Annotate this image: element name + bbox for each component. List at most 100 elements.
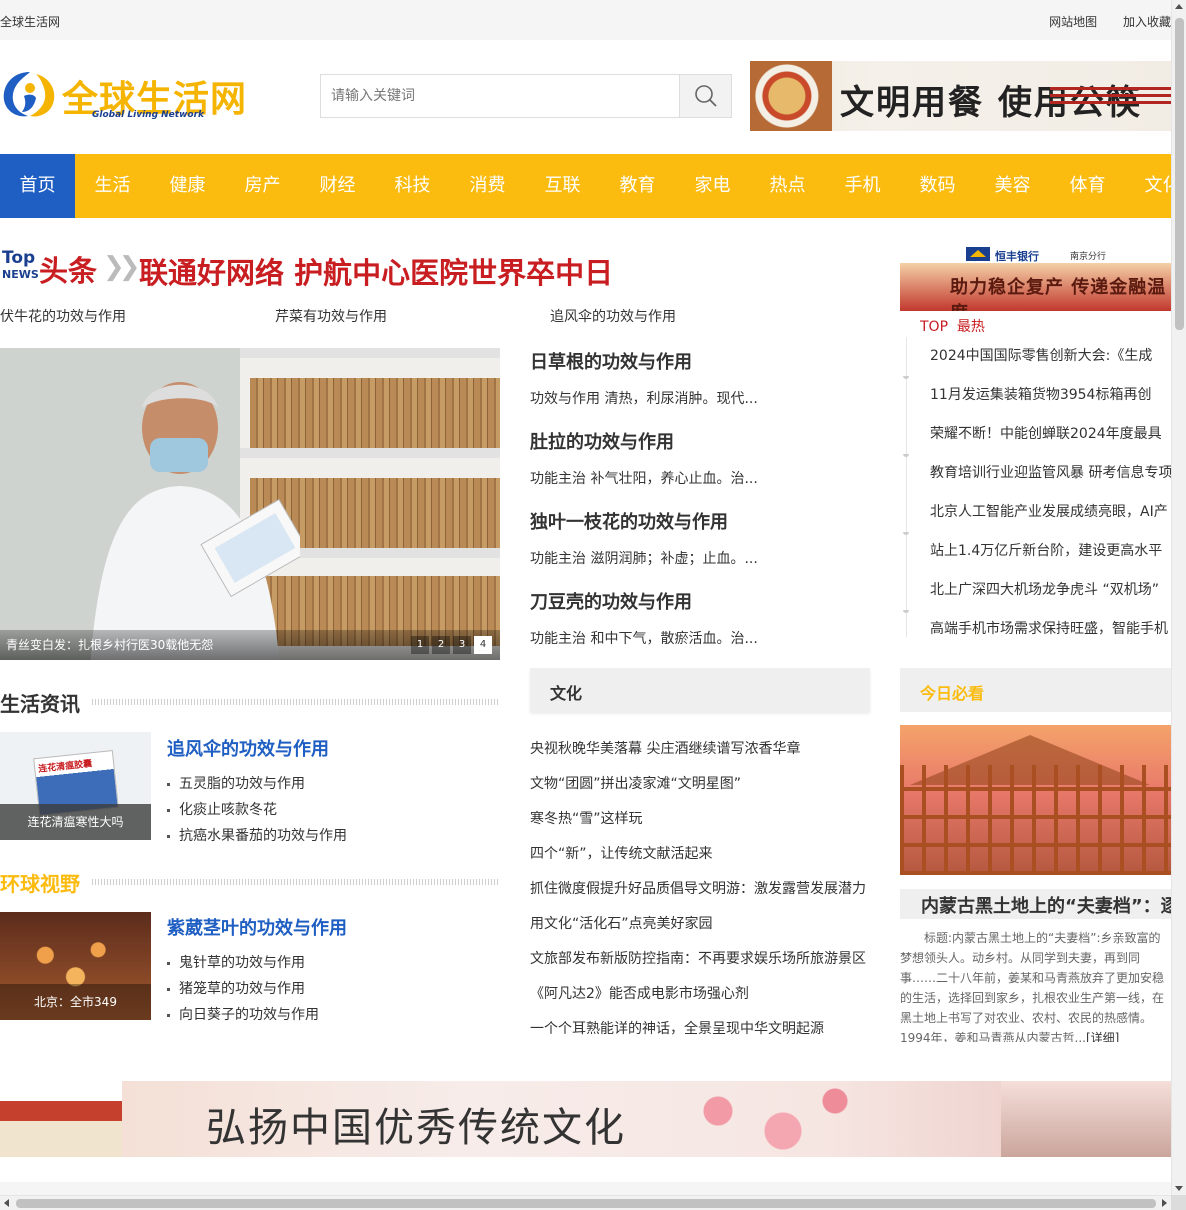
sublink[interactable]: 追风伞的功效与作用 — [550, 306, 676, 326]
culture-item[interactable]: 一个个耳熟能详的神话，全景呈现中华文明起源 — [530, 1012, 875, 1047]
section-title[interactable]: 环球视野 — [0, 868, 90, 897]
hot-item[interactable]: 高端手机市场需求保持旺盛，智能手机 — [900, 610, 1171, 649]
bank-logo-icon — [966, 247, 990, 261]
list-item[interactable]: 五灵脂的功效与作用 — [167, 771, 497, 797]
hot-item[interactable]: 北京人工智能产业发展成绩亮眼，AI产 — [900, 493, 1171, 532]
nav-item[interactable]: 家电 — [675, 154, 750, 218]
sublink[interactable]: 伏牛花的功效与作用 — [0, 306, 126, 326]
feature-desc: 功能主治 和中下气，散瘀活血。治... — [530, 631, 758, 647]
logo-subtext: Global Living Network — [92, 110, 205, 120]
scrollbar-thumb[interactable] — [1175, 18, 1184, 330]
nav-item[interactable]: 教育 — [600, 154, 675, 218]
page: 全球生活网 网站地图 加入收藏 全球生活网 Global Living Netw… — [0, 0, 1171, 1195]
slider-page-button[interactable]: 3 — [453, 636, 471, 654]
global-thumbnail[interactable]: 北京：全市349 — [0, 912, 151, 1020]
scroll-left-icon[interactable] — [4, 1199, 9, 1207]
hot-item[interactable]: 2024中国国际零售创新大会:《生成 — [900, 337, 1171, 376]
today-title[interactable]: 今日必看 — [920, 680, 984, 704]
culture-item[interactable]: 央视秋晚华美落幕 尖庄酒继续谱写浓香华章 — [530, 732, 875, 767]
culture-item[interactable]: 四个“新”，让传统文献活起来 — [530, 837, 875, 872]
scroll-up-icon[interactable] — [1175, 4, 1183, 9]
hot-item[interactable]: 站上1.4万亿斤新台阶，建设更高水平 — [900, 532, 1171, 571]
section-header-life: 生活资讯 — [0, 688, 500, 718]
banner-house-image — [0, 1081, 122, 1157]
feature-desc: 功效与作用 清热，利尿消肿。现代... — [530, 391, 758, 407]
culture-item[interactable]: 寒冬热“雪”这样玩 — [530, 802, 875, 837]
nav-item[interactable]: 热点 — [750, 154, 825, 218]
nav-item[interactable]: 健康 — [150, 154, 225, 218]
scrollbar-thumb[interactable] — [16, 1199, 1156, 1208]
today-story-title[interactable]: 内蒙古黑土地上的“夫妻档”：逐 — [921, 892, 1171, 918]
search-icon — [694, 85, 717, 107]
hot-item[interactable]: 教育培训行业迎监管风暴 研考信息专项 — [900, 454, 1171, 493]
add-favorite-link[interactable]: 加入收藏 — [1123, 15, 1171, 29]
slider-page-button[interactable]: 4 — [474, 636, 492, 654]
list-item[interactable]: 猪笼草的功效与作用 — [167, 976, 497, 1002]
nav-item[interactable]: 手机 — [825, 154, 900, 218]
top-ad-banner[interactable]: 文明用餐 使用公筷 — [750, 61, 1171, 131]
nav-item[interactable]: 房产 — [225, 154, 300, 218]
feature-title[interactable]: 日草根的功效与作用 — [530, 348, 870, 374]
culture-item[interactable]: 文物“团圆”拼出凌家滩“文明星图” — [530, 767, 875, 802]
nav-item[interactable]: 科技 — [375, 154, 450, 218]
slider-page-button[interactable]: 2 — [432, 636, 450, 654]
photo-slider[interactable]: 青丝变白发：扎根乡村行医30载他无怨 1234 — [0, 348, 500, 660]
scroll-right-icon[interactable] — [1162, 1199, 1167, 1207]
life-main-link[interactable]: 追风伞的功效与作用 — [167, 735, 497, 761]
headline-link[interactable]: 联通好网络 护航中心医院世界卒中日 — [139, 250, 613, 292]
medicine-box-label: 连花清瘟胶囊 — [37, 759, 93, 775]
nav-item[interactable]: 首页 — [0, 154, 75, 218]
site-name-link[interactable]: 全球生活网 — [0, 13, 60, 30]
list-item[interactable]: 抗癌水果番茄的功效与作用 — [167, 823, 497, 849]
today-desc: 标题:内蒙古黑土地上的“夫妻档”:乡亲致富的梦想领头人。动乡村。从同学到夫妻，再… — [900, 928, 1171, 1042]
detail-link[interactable]: [详细] — [1086, 1031, 1119, 1042]
today-header: 今日必看 — [900, 668, 1171, 712]
culture-item[interactable]: 《阿凡达2》能否成电影市场强心剂 — [530, 977, 875, 1012]
nav-item[interactable]: 财经 — [300, 154, 375, 218]
hot-item[interactable]: 荣耀不断！中能创蝉联2024年度最具 — [900, 415, 1171, 454]
list-item[interactable]: 向日葵子的功效与作用 — [167, 1002, 497, 1028]
feature-item: 刀豆壳的功效与作用 功能主治 和中下气，散瘀活血。治... — [530, 588, 870, 648]
feature-title[interactable]: 刀豆壳的功效与作用 — [530, 588, 870, 614]
scroll-down-icon[interactable] — [1175, 1186, 1183, 1191]
culture-item[interactable]: 文旅部发布新版防控指南：不再要求娱乐场所旅游景区 — [530, 942, 875, 977]
culture-item[interactable]: 用文化“活化石”点亮美好家园 — [530, 907, 875, 942]
bottom-culture-banner[interactable]: 弘扬中国优秀传统文化 — [0, 1081, 1171, 1157]
feature-item: 肚拉的功效与作用 功能主治 补气壮阳，养心止血。治... — [530, 428, 870, 488]
feature-title[interactable]: 独叶一枝花的功效与作用 — [530, 508, 870, 534]
nav-item[interactable]: 体育 — [1050, 154, 1125, 218]
section-title[interactable]: 生活资讯 — [0, 688, 90, 717]
list-item[interactable]: 化痰止咳款冬花 — [167, 797, 497, 823]
horizontal-scrollbar[interactable] — [0, 1195, 1171, 1210]
nav-item[interactable]: 生活 — [75, 154, 150, 218]
list-item[interactable]: 鬼针草的功效与作用 — [167, 950, 497, 976]
bank-slogan: 助力稳企复产 传递金融温度 — [950, 277, 1167, 311]
sublink[interactable]: 芹菜有功效与作用 — [275, 306, 387, 326]
vertical-scrollbar[interactable] — [1171, 0, 1186, 1195]
search-input[interactable] — [321, 75, 681, 117]
search-button[interactable] — [679, 75, 731, 117]
hot-item[interactable]: 北上广深四大机场龙争虎斗 “双机场” — [900, 571, 1171, 610]
today-image[interactable] — [900, 725, 1171, 875]
slider-page-button[interactable]: 1 — [411, 636, 429, 654]
nav-item[interactable]: 美容 — [975, 154, 1050, 218]
nav-item[interactable]: 互联 — [525, 154, 600, 218]
life-thumbnail[interactable]: 连花清瘟胶囊 连花清瘟寒性大吗 — [0, 732, 151, 840]
global-main-link[interactable]: 紫葳茎叶的功效与作用 — [167, 914, 497, 940]
hot-item[interactable]: 11月发运集装箱货物3954标箱再创 — [900, 376, 1171, 415]
slider-caption[interactable]: 青丝变白发：扎根乡村行医30载他无怨 — [6, 636, 213, 653]
doctor-illustration — [90, 382, 300, 660]
sitemap-link[interactable]: 网站地图 — [1049, 15, 1097, 29]
nav-item[interactable]: 数码 — [900, 154, 975, 218]
site-logo[interactable]: 全球生活网 Global Living Network — [0, 64, 260, 124]
nav-item[interactable]: 文化 — [1125, 154, 1172, 218]
section-header-global: 环球视野 — [0, 868, 500, 898]
culture-title[interactable]: 文化 — [550, 680, 582, 704]
feature-title[interactable]: 肚拉的功效与作用 — [530, 428, 870, 454]
nav-item[interactable]: 消费 — [450, 154, 525, 218]
culture-item[interactable]: 抓住微度假提升好品质倡导文明游：激发露营发展潜力 — [530, 872, 875, 907]
hot-list: 2024中国国际零售创新大会:《生成 11月发运集装箱货物3954标箱再创 荣耀不断… — [900, 337, 1171, 649]
chopsticks-graphic — [1050, 83, 1171, 109]
bank-ad-banner[interactable]: 恒丰银行 南京分行 助力稳企复产 传递金融温度 — [900, 243, 1171, 311]
today-story-title-bar: 内蒙古黑土地上的“夫妻档”：逐 — [900, 889, 1171, 919]
